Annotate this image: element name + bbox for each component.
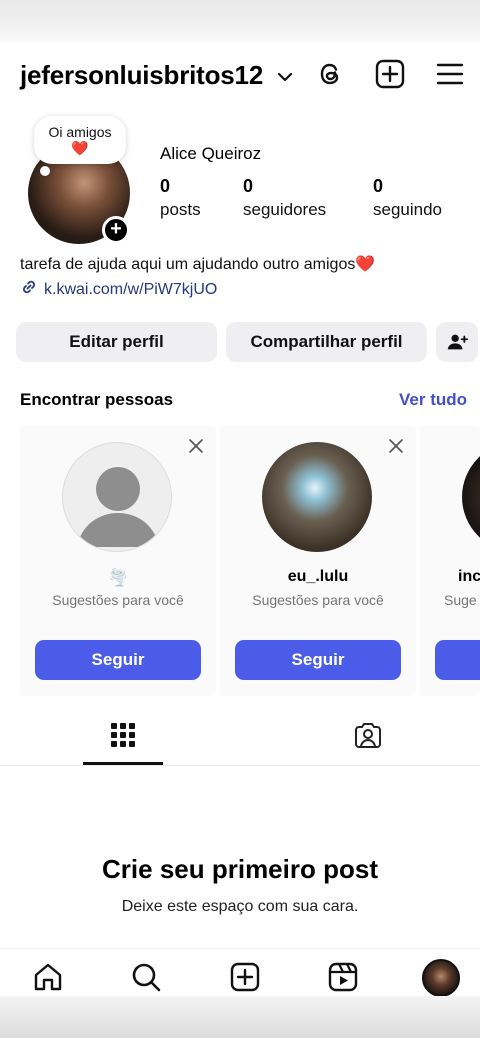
card-subtitle: Sugestões para você <box>52 592 184 608</box>
home-icon[interactable] <box>32 961 64 993</box>
note-emoji: ❤️ <box>71 140 89 156</box>
stat-following-label: seguindo <box>373 200 443 219</box>
stat-posts-label: posts <box>160 200 201 219</box>
link-icon <box>20 278 38 301</box>
profile-name: Alice Queiroz <box>160 144 262 163</box>
create-post-icon[interactable] <box>229 961 261 993</box>
search-icon[interactable] <box>130 961 162 993</box>
card-name[interactable]: eu_.lulu <box>220 568 416 586</box>
active-tab-indicator <box>83 762 163 765</box>
close-icon[interactable] <box>388 438 404 454</box>
stat-posts: 0 posts <box>160 176 201 220</box>
username-title[interactable]: jefersonluisbritos12 <box>20 60 263 91</box>
bio-link[interactable]: k.kwai.com/w/PiW7kjUO <box>20 278 217 301</box>
card-name[interactable]: inc <box>458 568 480 586</box>
chevron-down-icon[interactable] <box>276 68 294 86</box>
grid-icon[interactable] <box>110 722 136 753</box>
suggestion-card[interactable]: eu_.lulu Sugestões para você Seguir <box>220 426 416 696</box>
avatar[interactable] <box>462 442 480 552</box>
suggestion-card[interactable]: inc Suge <box>420 426 480 696</box>
suggestion-card[interactable]: 🌪️ Sugestões para você Seguir <box>20 426 216 696</box>
follow-button[interactable]: Seguir <box>235 640 401 680</box>
stat-following-value: 0 <box>373 176 384 196</box>
close-icon[interactable] <box>188 438 204 454</box>
bio-link-text[interactable]: k.kwai.com/w/PiW7kjUO <box>44 281 217 299</box>
follow-button[interactable]: Seguir <box>35 640 201 680</box>
menu-icon[interactable] <box>434 58 466 90</box>
default-avatar[interactable] <box>62 442 172 552</box>
bio-text: tarefa de ajuda aqui um ajudando outro a… <box>20 256 376 273</box>
card-name[interactable]: 🌪️ <box>20 568 216 588</box>
gesture-bar-blur <box>0 996 480 1038</box>
create-icon[interactable] <box>374 58 406 90</box>
add-story-icon[interactable]: + <box>102 216 130 244</box>
stat-posts-value: 0 <box>160 176 171 196</box>
avatar[interactable] <box>262 442 372 552</box>
stat-followers-value: 0 <box>243 176 254 196</box>
note-text: Oi amigos <box>48 124 112 140</box>
profile-header: jefersonluisbritos12 <box>0 42 480 112</box>
add-person-icon <box>445 331 469 358</box>
profile-tabs <box>0 706 480 766</box>
note-bubble[interactable]: Oi amigos ❤️ <box>34 116 126 164</box>
threads-icon[interactable] <box>314 58 346 90</box>
see-all-link[interactable]: Ver tudo <box>399 390 467 410</box>
suggestions-title: Encontrar pessoas <box>20 390 174 409</box>
profile-nav-avatar[interactable] <box>422 959 460 997</box>
status-bar-blur <box>0 0 480 42</box>
tagged-icon[interactable] <box>354 721 382 754</box>
empty-state-title: Crie seu primeiro post <box>102 854 378 884</box>
note-bubble-tail <box>40 166 50 176</box>
card-subtitle: Sugestões para você <box>252 592 384 608</box>
empty-state-subtitle: Deixe este espaço com sua cara. <box>121 898 359 915</box>
stat-followers[interactable]: 0 seguidores <box>243 176 326 220</box>
stat-followers-label: seguidores <box>243 200 327 219</box>
bottom-nav <box>0 948 480 1000</box>
discover-people-button[interactable] <box>436 322 478 362</box>
edit-profile-button[interactable]: Editar perfil <box>16 322 217 362</box>
share-profile-button[interactable]: Compartilhar perfil <box>226 322 427 362</box>
stat-following[interactable]: 0 seguindo <box>373 176 442 220</box>
reels-icon[interactable] <box>327 961 359 993</box>
follow-button[interactable] <box>435 640 480 680</box>
card-subtitle: Suge <box>444 592 477 608</box>
